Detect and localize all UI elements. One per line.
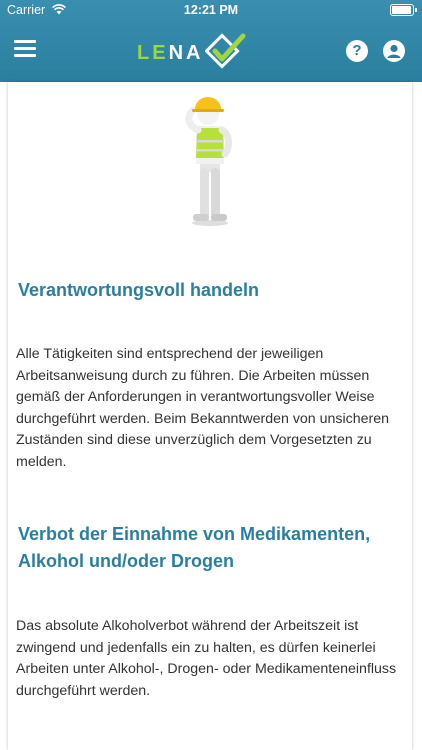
menu-button[interactable] xyxy=(14,39,38,59)
status-time: 12:21 PM xyxy=(183,3,239,17)
user-icon[interactable] xyxy=(383,40,405,62)
battery-fill xyxy=(392,6,411,14)
logo-text-na: NA xyxy=(168,42,204,64)
logo-wordmark: LENA xyxy=(137,42,203,65)
content-card: Verantwortungsvoll handeln Alle Tätigkei… xyxy=(8,82,412,750)
section-heading-1: Verantwortungsvoll handeln xyxy=(18,280,260,300)
section-paragraph-1: Alle Tätigkeiten sind entsprechend der j… xyxy=(16,346,390,470)
logo-text-le: LE xyxy=(137,42,169,64)
construction-worker-image xyxy=(185,97,232,226)
help-button[interactable]: ? xyxy=(346,40,368,62)
battery-icon xyxy=(390,4,417,16)
section-paragraph-2: Das absolute Alkoholverbot während der A… xyxy=(16,618,397,699)
section-heading-2: Verbot der Einnahme von Medikamenten, Al… xyxy=(18,524,371,571)
logo-check-icon xyxy=(205,33,246,69)
status-bar: Carrier 12:21 PM xyxy=(0,0,422,22)
help-icon: ? xyxy=(352,42,362,59)
app-header: Carrier 12:21 PM LENA ? xyxy=(0,0,422,82)
app-logo: LENA xyxy=(137,32,252,72)
